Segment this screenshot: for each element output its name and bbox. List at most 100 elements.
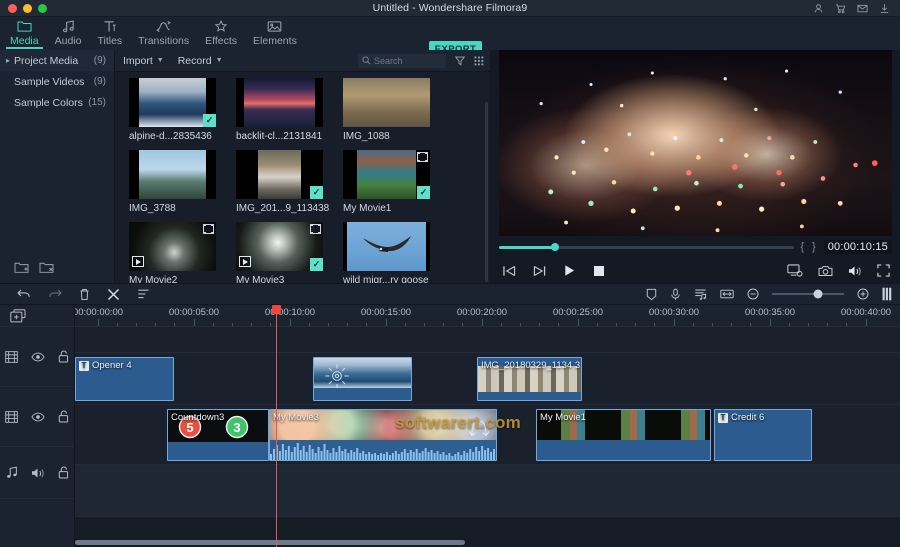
media-item[interactable]: wild migr...ry goose <box>343 222 438 283</box>
timeline-ruler[interactable]: 00:00:00:00 00:00:05:00 00:00:10:00 00:0… <box>75 305 900 327</box>
timeline-track-audio-1[interactable] <box>75 465 900 517</box>
clip-countdown3[interactable]: 5 3 Countdown3 <box>167 409 269 461</box>
unlock-icon[interactable] <box>58 410 69 423</box>
media-item[interactable]: ✓ alpine-d...2835436 <box>129 78 224 148</box>
download-icon[interactable] <box>879 3 890 14</box>
tab-media-label: Media <box>10 35 39 47</box>
media-scrollbar[interactable] <box>485 102 488 282</box>
minimize-button[interactable] <box>23 3 32 13</box>
delete-icon[interactable] <box>79 288 90 301</box>
tab-effects[interactable]: Effects <box>197 17 245 47</box>
video-preview[interactable] <box>499 50 892 236</box>
prev-frame-button[interactable] <box>503 265 516 277</box>
properties-icon[interactable] <box>137 288 150 300</box>
media-item[interactable]: IMG_1088 <box>343 78 438 148</box>
undo-icon[interactable] <box>17 288 31 300</box>
import-button[interactable]: Import ▼ <box>123 55 164 67</box>
zoom-out-icon[interactable] <box>747 288 759 300</box>
playhead[interactable] <box>272 305 281 547</box>
mail-icon[interactable] <box>857 3 868 14</box>
screen-settings-icon[interactable] <box>787 264 803 277</box>
tree-item-sample-colors[interactable]: Sample Colors (15) <box>0 92 114 113</box>
tab-elements[interactable]: Elements <box>245 17 305 47</box>
seek-slider[interactable] <box>499 243 795 251</box>
media-item[interactable]: backlit-cl...2131841 <box>236 78 331 148</box>
media-item[interactable]: My Movie2 <box>129 222 224 283</box>
timeline-track-video-1[interactable]: T Opener 4 IMG_20180329_1134 3 <box>75 353 900 405</box>
clip-credit-6[interactable]: T Credit 6 <box>714 409 812 461</box>
snapshot-icon[interactable] <box>818 265 833 277</box>
music-note-icon[interactable] <box>6 466 18 479</box>
track-header-video-2[interactable] <box>0 387 74 447</box>
playhead-handle[interactable] <box>272 305 281 314</box>
media-item[interactable]: ✓ My Movie3 <box>236 222 331 283</box>
clip-my-movie1[interactable]: My Movie1 <box>536 409 711 461</box>
seek-handle[interactable] <box>551 243 560 251</box>
stop-button[interactable] <box>593 265 605 277</box>
close-button[interactable] <box>8 3 17 13</box>
chevron-down-icon[interactable]: ▼ <box>216 57 223 64</box>
zoom-slider-handle[interactable] <box>813 289 823 299</box>
voiceover-icon[interactable] <box>670 288 681 301</box>
zoom-in-icon[interactable] <box>857 288 869 300</box>
timeline-tracks-area[interactable]: 00:00:00:00 00:00:05:00 00:00:10:00 00:0… <box>75 305 900 547</box>
audio-detach-icon[interactable] <box>694 288 707 301</box>
film-icon[interactable] <box>5 350 18 363</box>
track-header-audio-1[interactable] <box>0 447 74 499</box>
tab-transitions[interactable]: Transitions <box>130 17 197 47</box>
grid-view-icon[interactable] <box>474 56 484 66</box>
chevron-down-icon[interactable]: ▼ <box>157 57 164 64</box>
mark-in-icon[interactable]: { <box>800 241 806 253</box>
search-input[interactable]: Search <box>358 53 446 68</box>
speaker-icon[interactable] <box>31 467 45 479</box>
preview-right-controls <box>787 264 890 277</box>
media-item[interactable]: ✓ My Movie1 <box>343 150 438 220</box>
crop-icon[interactable] <box>646 288 657 301</box>
clip-label: My Movie1 <box>540 412 586 423</box>
chevron-right-icon[interactable]: ▸ <box>6 56 14 65</box>
add-track-header[interactable] <box>0 305 74 327</box>
tab-audio[interactable]: Audio <box>47 17 90 47</box>
film-icon[interactable] <box>5 410 18 423</box>
tab-titles[interactable]: Titles <box>89 17 130 47</box>
preview-timecode[interactable]: 00:00:10:15 <box>823 240 892 254</box>
eye-icon[interactable] <box>31 352 45 362</box>
tree-item-project-media[interactable]: ▸ Project Media (9) <box>0 50 114 71</box>
account-icon[interactable] <box>813 3 824 14</box>
filter-icon[interactable] <box>455 56 465 66</box>
transitions-icon <box>156 19 171 34</box>
mark-out-icon[interactable]: } <box>812 241 818 253</box>
unlock-icon[interactable] <box>58 350 69 363</box>
cart-icon[interactable] <box>835 3 846 14</box>
redo-icon[interactable] <box>48 288 62 300</box>
play-button[interactable] <box>563 264 576 277</box>
timeline-track-video-2[interactable]: 5 3 Countdown3 My Movie3 My Movie1 T Cre… <box>75 405 900 465</box>
track-header-video-1[interactable] <box>0 327 74 387</box>
timeline-horizontal-scrollbar[interactable] <box>75 540 465 545</box>
media-item[interactable]: IMG_3788 <box>129 150 224 220</box>
split-icon[interactable] <box>107 288 120 301</box>
marker-icon[interactable] <box>882 287 892 301</box>
new-folder-icon[interactable] <box>14 261 29 274</box>
tree-item-sample-videos-count: (9) <box>93 76 106 87</box>
clip-my-movie3[interactable]: My Movie3 <box>269 409 497 461</box>
fit-timeline-icon[interactable] <box>720 288 734 300</box>
fullscreen-icon[interactable] <box>877 264 890 277</box>
tree-item-sample-videos[interactable]: Sample Videos (9) <box>0 71 114 92</box>
record-button[interactable]: Record ▼ <box>178 55 223 67</box>
eye-icon[interactable] <box>31 412 45 422</box>
clip-img-20180329[interactable]: IMG_20180329_1134 3 <box>477 357 582 401</box>
window-controls[interactable] <box>0 3 47 13</box>
tab-media[interactable]: Media <box>2 17 47 49</box>
delete-folder-icon[interactable] <box>39 261 54 274</box>
clip-opener-4[interactable]: T Opener 4 <box>75 357 174 401</box>
play-badge-icon <box>132 256 144 267</box>
media-item[interactable]: ✓ IMG_201...9_113438 <box>236 150 331 220</box>
unlock-icon[interactable] <box>58 466 69 479</box>
step-forward-button[interactable] <box>533 265 546 277</box>
volume-icon[interactable] <box>848 265 862 277</box>
clip-video-unlabeled[interactable] <box>313 357 412 401</box>
maximize-button[interactable] <box>38 3 47 13</box>
zoom-slider[interactable] <box>772 289 844 299</box>
add-track-icon[interactable] <box>10 308 26 323</box>
